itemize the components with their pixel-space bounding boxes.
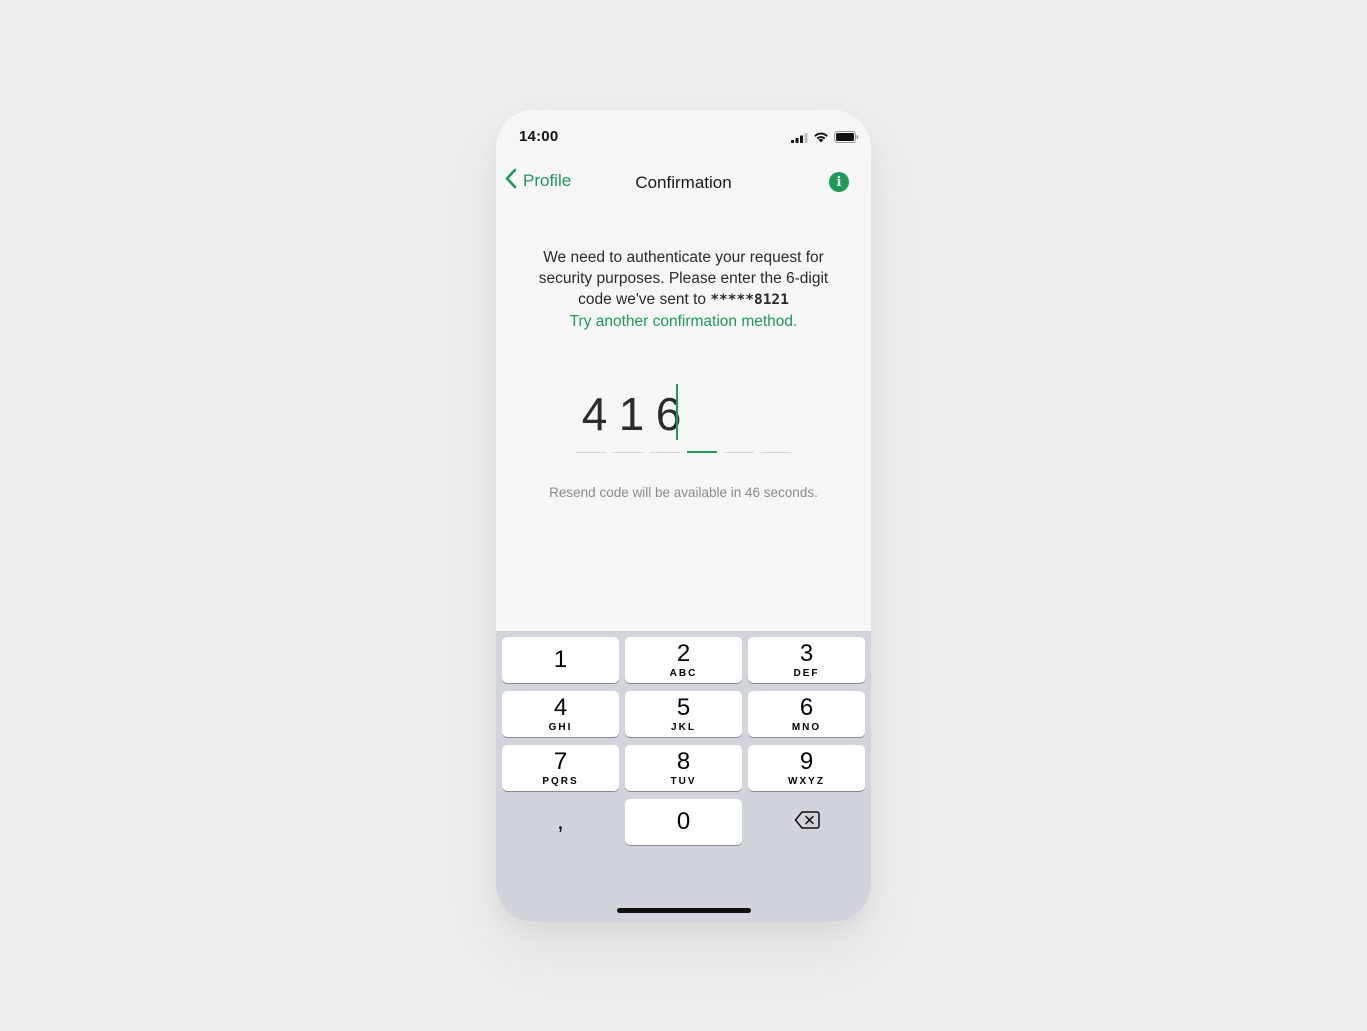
navigation-bar: Profile Confirmation i: [496, 162, 871, 202]
status-icons: [791, 130, 859, 148]
code-slot: [576, 452, 606, 453]
key-number: 8: [676, 747, 691, 775]
key-9[interactable]: 9 WXYZ: [748, 745, 865, 791]
key-2[interactable]: 2 ABC: [625, 637, 742, 683]
masked-phone-number: *****8121: [710, 292, 789, 308]
key-number: 9: [799, 747, 814, 775]
key-number: 6: [799, 693, 814, 721]
key-1[interactable]: 1: [502, 637, 619, 683]
key-3[interactable]: 3 DEF: [748, 637, 865, 683]
key-8[interactable]: 8 TUV: [625, 745, 742, 791]
key-letters: TUV: [670, 775, 697, 787]
code-slot-active: [687, 451, 717, 453]
key-number: 7: [553, 747, 568, 775]
key-number: 2: [676, 639, 691, 667]
key-letters: DEF: [793, 667, 820, 679]
try-another-method-link[interactable]: Try another confirmation method.: [526, 311, 841, 332]
code-digits: 4 1 6: [576, 388, 687, 440]
key-letters: PQRS: [542, 775, 579, 787]
code-digit: 1: [618, 388, 645, 440]
key-number: 4: [553, 693, 568, 721]
code-digit: 6: [655, 388, 682, 440]
key-0[interactable]: 0: [625, 799, 742, 845]
key-letters: JKL: [671, 721, 696, 733]
info-icon-glyph: i: [836, 174, 842, 190]
code-slot: [761, 452, 791, 453]
key-letters: GHI: [548, 721, 573, 733]
key-letters: MNO: [791, 721, 822, 733]
key-comma[interactable]: ,: [502, 799, 619, 845]
status-time: 14:00: [519, 128, 559, 145]
code-input[interactable]: 4 1 6: [576, 380, 791, 455]
code-slot: [724, 452, 754, 453]
code-digit: 4: [581, 388, 608, 440]
text-caret: [676, 384, 678, 440]
signal-icon: [791, 130, 808, 148]
key-4[interactable]: 4 GHI: [502, 691, 619, 737]
delete-key[interactable]: [748, 799, 865, 845]
code-slot: [650, 452, 680, 453]
info-icon[interactable]: i: [829, 172, 849, 192]
key-number: 1: [553, 646, 568, 673]
code-slot: [613, 452, 643, 453]
status-bar: 14:00: [496, 110, 871, 160]
page-title: Confirmation: [635, 173, 732, 192]
auth-message: We need to authenticate your request for…: [526, 247, 841, 332]
key-number: 3: [799, 639, 814, 667]
backspace-icon: [794, 810, 820, 835]
key-number: 0: [676, 808, 691, 835]
battery-icon: [834, 130, 859, 148]
home-indicator[interactable]: [617, 908, 751, 913]
resend-countdown: Resend code will be available in 46 seco…: [549, 485, 818, 500]
key-5[interactable]: 5 JKL: [625, 691, 742, 737]
key-letters: WXYZ: [788, 775, 825, 787]
phone-screen: 14:00 Profile Confirmation i We need to …: [496, 110, 871, 922]
numeric-keyboard: 1 2 ABC 3 DEF 4 GHI 5 JKL 6 MNO 7 PQRS 8…: [496, 631, 871, 922]
key-letters: ABC: [669, 667, 698, 679]
key-number: ,: [557, 808, 564, 835]
key-number: 5: [676, 693, 691, 721]
wifi-icon: [813, 130, 829, 148]
code-slots: [576, 451, 791, 453]
key-7[interactable]: 7 PQRS: [502, 745, 619, 791]
key-6[interactable]: 6 MNO: [748, 691, 865, 737]
